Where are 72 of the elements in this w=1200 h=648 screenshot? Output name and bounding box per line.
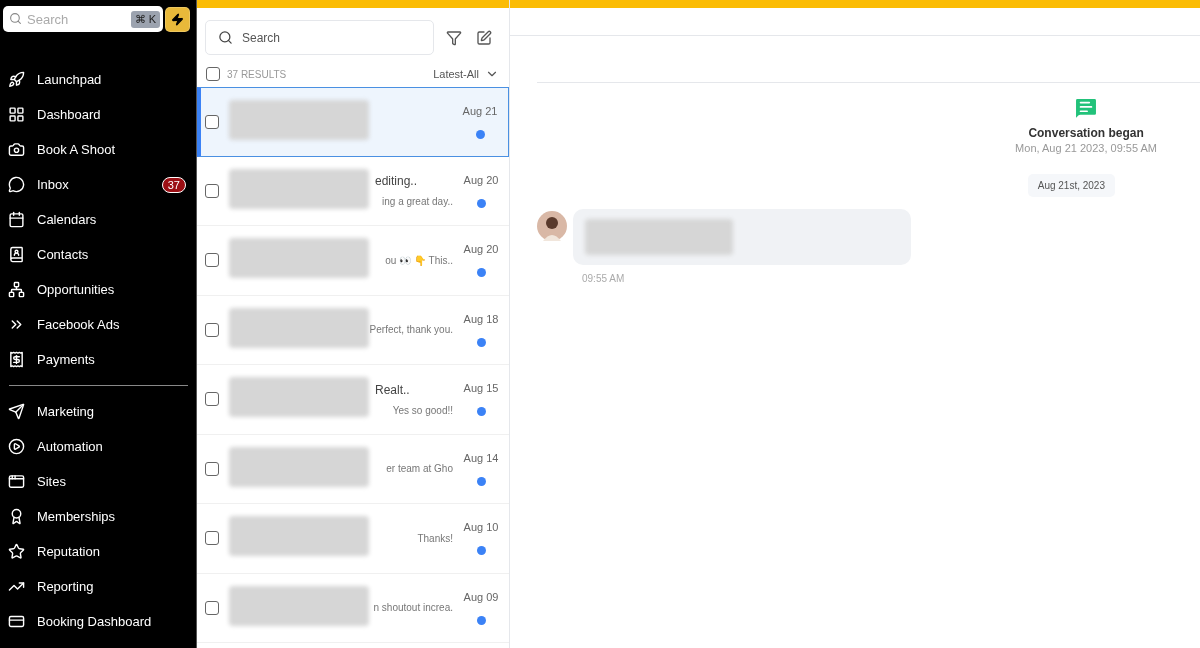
message-preview: Perfect, thank you. — [369, 324, 453, 336]
grid-icon — [8, 106, 25, 123]
nav-item[interactable]: Booking Dashboard — [8, 604, 196, 639]
lightning-icon — [171, 12, 184, 26]
play-circle-icon — [8, 438, 25, 455]
receipt-icon — [8, 351, 25, 368]
nav-item[interactable]: Sites — [8, 464, 196, 499]
row-checkbox[interactable] — [205, 183, 219, 198]
conversation-date: Aug 21 — [462, 104, 498, 117]
pen-square-icon — [476, 29, 492, 46]
message-preview: er team at Gho — [386, 463, 453, 475]
avatar — [537, 211, 567, 241]
row-checkbox[interactable] — [205, 322, 219, 337]
event-title: Conversation began — [1028, 126, 1144, 140]
results-count: 37 RESULTS — [227, 68, 288, 80]
nav-item[interactable]: Marketing — [8, 394, 196, 429]
quick-action-button[interactable] — [165, 6, 190, 32]
star-icon — [8, 543, 25, 560]
search-field[interactable]: Search — [205, 20, 434, 55]
address-book-icon — [8, 246, 25, 263]
event-time: Mon, Aug 21 2023, 09:55 AM — [1015, 142, 1157, 154]
nav-item[interactable]: Automation — [8, 429, 196, 464]
search-icon — [218, 30, 233, 45]
row-checkbox[interactable] — [205, 461, 219, 476]
conversation-date: Aug 10 — [463, 521, 499, 534]
message-preview: Thanks! — [417, 532, 453, 544]
count-badge: 37 — [161, 176, 186, 193]
card-icon — [8, 613, 25, 630]
nav-item[interactable]: Book A Shoot — [8, 132, 196, 167]
calendar-icon — [8, 211, 25, 228]
row-checkbox[interactable] — [205, 600, 219, 615]
conversation-date: Aug 20 — [463, 173, 499, 186]
conversation-date: Aug 09 — [463, 590, 499, 603]
browser-window-icon — [8, 473, 25, 490]
row-checkbox[interactable] — [205, 531, 219, 546]
nav-item[interactable]: Launchpad — [8, 62, 196, 97]
row-checkbox[interactable] — [205, 114, 219, 129]
date-chip: Aug 21st, 2023 — [1027, 174, 1115, 197]
conversation-title: editing.. — [375, 174, 418, 189]
paper-plane-icon — [8, 403, 25, 420]
message-time: 09:55 AM — [582, 273, 626, 284]
conversation-date: Aug 20 — [463, 243, 499, 256]
nav-item[interactable]: Contacts — [8, 237, 196, 272]
conversation-row[interactable]: Aug 21 — [197, 87, 509, 157]
conversation-date: Aug 14 — [463, 451, 499, 464]
row-checkbox[interactable] — [205, 392, 219, 407]
row-checkbox[interactable] — [205, 253, 219, 268]
nav-item[interactable]: Reputation — [8, 534, 196, 569]
nav-item[interactable]: Opportunities — [8, 272, 196, 307]
nav-item[interactable]: Payments — [8, 342, 196, 377]
sort-dropdown[interactable]: Latest-All — [433, 67, 499, 81]
nav-item[interactable]: Calendars — [8, 202, 196, 237]
message-preview: Yes so good!! — [392, 404, 453, 416]
message-preview: n shoutout increa. — [373, 602, 453, 614]
select-all-checkbox[interactable] — [206, 67, 220, 81]
nav-item[interactable]: Reporting — [8, 569, 196, 604]
network-icon — [8, 281, 25, 298]
rocket-icon — [8, 71, 25, 88]
camera-icon — [8, 141, 25, 158]
message-preview: ou 👀 👇 This.. — [385, 254, 453, 266]
message-preview: ing a great day.. — [382, 196, 453, 208]
conversation-date: Aug 15 — [463, 382, 499, 395]
funnel-icon — [446, 29, 462, 46]
chat-bubble-icon — [8, 176, 25, 193]
conversation-title: Realt.. — [375, 382, 410, 397]
nav-item[interactable]: Facebook Ads — [8, 307, 196, 342]
nav-item[interactable]: Inbox 37 — [8, 167, 196, 202]
search-icon — [9, 12, 22, 25]
nav-item[interactable]: Memberships — [8, 499, 196, 534]
conversation-date: Aug 18 — [463, 312, 499, 325]
nav-item[interactable]: Dashboard — [8, 97, 196, 132]
shortcut-hint: ⌘ K — [130, 11, 160, 28]
